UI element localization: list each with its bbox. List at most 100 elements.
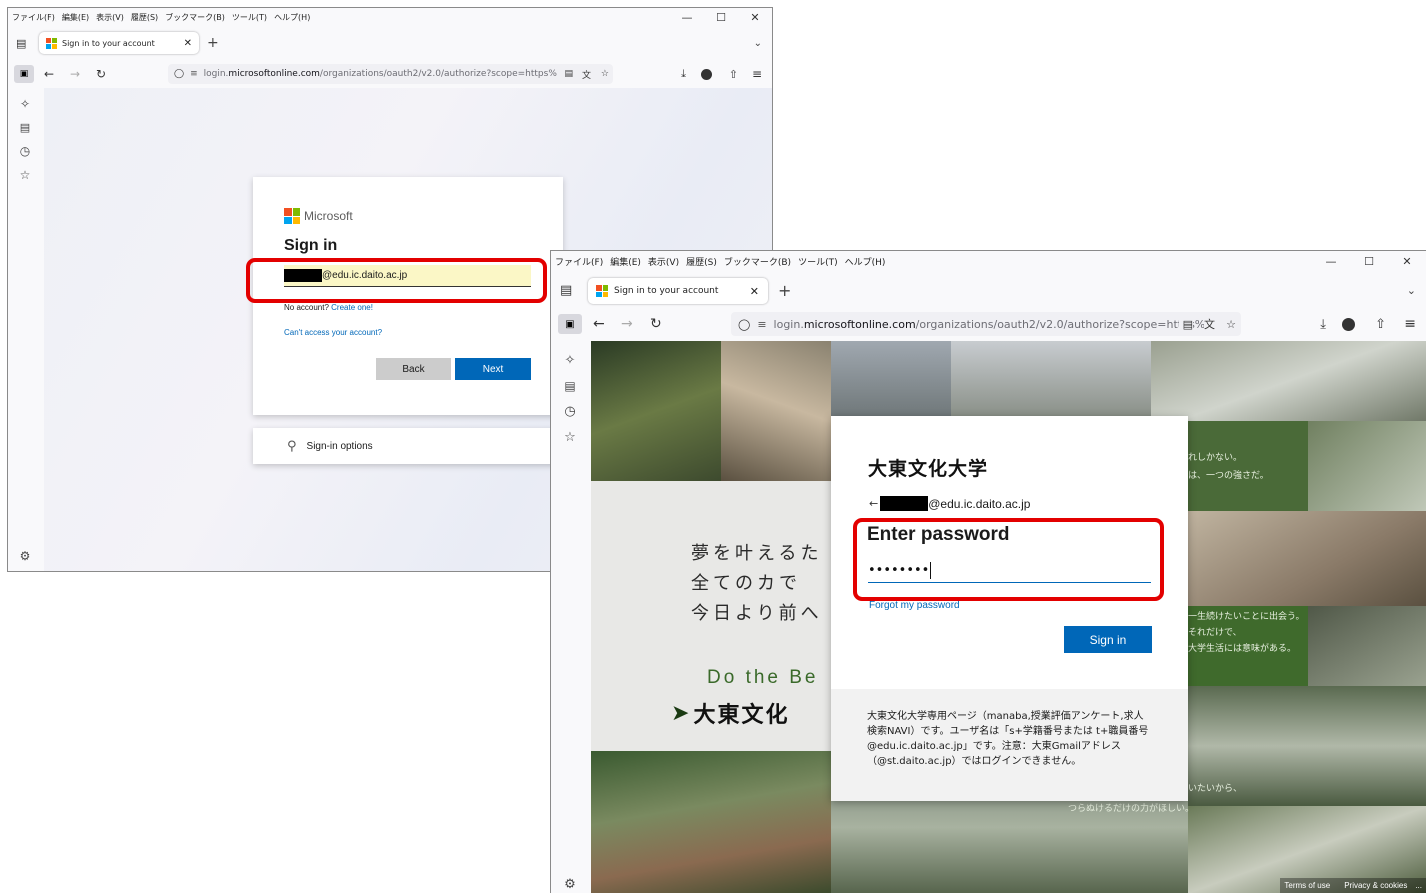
tab-list-icon[interactable]: ▤ [16, 37, 26, 50]
shield-icon[interactable]: ◯ [174, 69, 184, 79]
menu-bookmarks[interactable]: ブックマーク(B) [724, 255, 791, 268]
signin-button[interactable]: Sign in [1064, 626, 1152, 653]
tab-close-icon[interactable]: ✕ [184, 38, 192, 49]
back-button[interactable]: Back [376, 358, 451, 380]
menu-icon[interactable]: ≡ [752, 67, 762, 81]
daito-logo: 大東文化大学 [868, 458, 989, 480]
translate-icon[interactable]: 文 [1204, 316, 1215, 332]
permissions-icon[interactable]: ≡ [757, 318, 766, 331]
brand-name: Microsoft [304, 209, 353, 223]
translate-icon[interactable]: 文 [581, 67, 591, 81]
sidebar: ✧ ▤ ◷ ☆ ⚙ [551, 347, 589, 893]
close-icon[interactable]: ✕ [738, 8, 772, 26]
menu-view[interactable]: 表示(V) [648, 255, 679, 268]
extension-icon[interactable] [701, 68, 712, 80]
new-tab-icon[interactable]: + [778, 281, 791, 300]
bookmarks-icon[interactable]: ☆ [564, 430, 576, 445]
privacy-link[interactable]: Privacy & cookies [1344, 881, 1407, 890]
no-account-text: No account? [284, 303, 329, 312]
share-icon[interactable]: ⇧ [1375, 317, 1386, 332]
daito-emblem-icon: ➤ [671, 700, 690, 726]
microsoft-logo-icon [284, 208, 300, 224]
forward-icon[interactable]: → [621, 316, 633, 332]
sidebar-toggle-icon[interactable]: ▣ [558, 314, 582, 334]
more-options-icon[interactable]: ... [1415, 881, 1422, 890]
history-icon[interactable]: ◷ [20, 144, 30, 158]
synced-tabs-icon[interactable]: ▤ [20, 121, 30, 134]
menu-edit[interactable]: 編集(E) [62, 12, 89, 23]
reader-view-icon[interactable]: ▤ [1178, 317, 1193, 331]
key-icon: ⚲ [287, 438, 297, 454]
url-domain: microsoftonline.com [803, 317, 916, 331]
bg-right-line: 一生続けたいことに出会う。 [1188, 612, 1305, 622]
url-prefix: login. [203, 69, 229, 79]
url-bar[interactable]: ◯ ≡ login. microsoftonline.com/organizati… [168, 64, 613, 84]
menu-view[interactable]: 表示(V) [96, 12, 124, 23]
cant-access-link[interactable]: Can't access your account? [284, 328, 382, 337]
menu-icon[interactable]: ≡ [1404, 316, 1416, 332]
window-controls: — ☐ ✕ [1312, 251, 1426, 271]
bg-text-line: 夢を叶えるた [691, 543, 823, 564]
menu-file[interactable]: ファイル(F) [12, 12, 55, 23]
next-button[interactable]: Next [455, 358, 531, 380]
back-arrow-icon[interactable]: ← [869, 497, 878, 510]
reader-view-icon[interactable]: ▤ [560, 69, 573, 79]
maximize-icon[interactable]: ☐ [1350, 251, 1388, 271]
synced-tabs-icon[interactable]: ▤ [564, 379, 575, 393]
permissions-icon[interactable]: ≡ [190, 69, 198, 79]
chevron-down-icon[interactable]: ⌄ [1407, 284, 1416, 297]
menu-file[interactable]: ファイル(F) [555, 255, 603, 268]
footer: Terms of use Privacy & cookies ... [1280, 878, 1426, 893]
menu-edit[interactable]: 編集(E) [610, 255, 641, 268]
menu-bookmarks[interactable]: ブックマーク(B) [165, 12, 225, 23]
page-title: Sign in [284, 237, 338, 254]
sidebar-toggle-icon[interactable]: ▣ [14, 65, 34, 83]
minimize-icon[interactable]: — [1312, 251, 1350, 271]
download-icon[interactable]: ⤓ [681, 67, 686, 81]
shield-icon[interactable]: ◯ [738, 318, 750, 331]
tab-list-icon[interactable]: ▤ [560, 283, 572, 298]
maximize-icon[interactable]: ☐ [704, 8, 738, 26]
menu-history[interactable]: 履歴(S) [686, 255, 717, 268]
nav-bar: ▣ ← → ↻ ◯ ≡ login. microsoftonline.com/or… [551, 311, 1426, 337]
share-icon[interactable]: ⇧ [729, 68, 738, 81]
settings-icon[interactable]: ⚙ [564, 877, 576, 892]
sidebar: ✧ ▤ ◷ ☆ ⚙ [8, 93, 42, 571]
chevron-down-icon[interactable]: ⌄ [754, 38, 762, 49]
menu-tools[interactable]: ツール(T) [798, 255, 838, 268]
bg-text-line: 今日より前へ [691, 603, 823, 624]
background-text: 夢を叶えるた 全てのカで 今日より前へ [691, 539, 823, 629]
signin-options-button[interactable]: ⚲ Sign-in options [253, 428, 563, 464]
minimize-icon[interactable]: — [670, 8, 704, 26]
ai-chat-icon[interactable]: ✧ [565, 353, 576, 368]
tab-active[interactable]: Sign in to your account ✕ [588, 278, 768, 304]
tab-active[interactable]: Sign in to your account ✕ [39, 32, 199, 54]
close-icon[interactable]: ✕ [1388, 251, 1426, 271]
forgot-password-link[interactable]: Forgot my password [869, 600, 960, 611]
bookmark-star-icon[interactable]: ☆ [600, 69, 609, 79]
terms-link[interactable]: Terms of use [1284, 881, 1330, 890]
menu-history[interactable]: 履歴(S) [131, 12, 158, 23]
bookmark-star-icon[interactable]: ☆ [1226, 317, 1236, 331]
menu-help[interactable]: ヘルプ(H) [845, 255, 886, 268]
back-icon[interactable]: ← [44, 67, 54, 81]
settings-icon[interactable]: ⚙ [20, 549, 31, 563]
download-icon[interactable]: ⤓ [1320, 317, 1326, 332]
new-tab-icon[interactable]: + [207, 35, 219, 51]
forward-icon[interactable]: → [70, 67, 80, 81]
bg-right-line: は、一つの強さだ。 [1188, 471, 1269, 481]
bg-right-line: 大学生活には意味がある。 [1188, 644, 1297, 654]
reload-icon[interactable]: ↻ [650, 316, 662, 332]
menu-tools[interactable]: ツール(T) [232, 12, 267, 23]
tab-close-icon[interactable]: ✕ [750, 285, 759, 298]
reload-icon[interactable]: ↻ [96, 67, 106, 81]
create-account-link[interactable]: Create one! [331, 303, 373, 312]
ai-chat-icon[interactable]: ✧ [20, 97, 30, 111]
bookmarks-icon[interactable]: ☆ [20, 168, 31, 182]
back-icon[interactable]: ← [593, 316, 605, 332]
menu-help[interactable]: ヘルプ(H) [274, 12, 310, 23]
extension-icon[interactable] [1342, 317, 1355, 331]
url-bar[interactable]: ◯ ≡ login. microsoftonline.com/organizati… [731, 312, 1241, 336]
history-icon[interactable]: ◷ [564, 404, 575, 419]
highlight-email [246, 258, 547, 303]
